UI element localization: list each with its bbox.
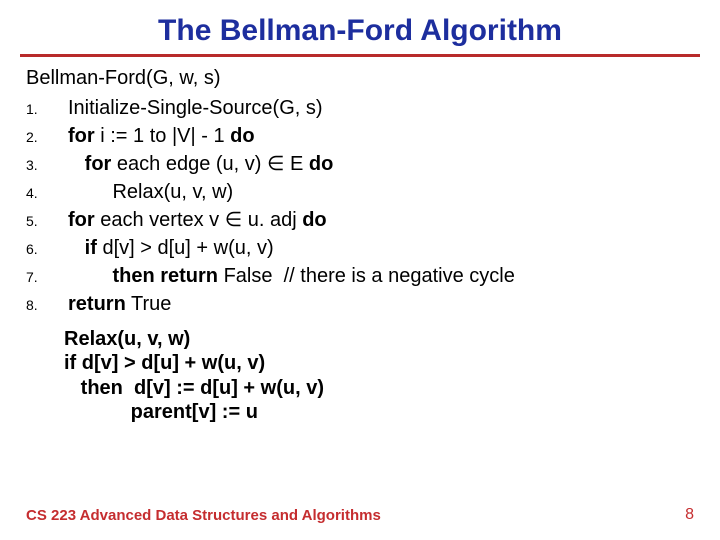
relax-block: Relax(u, v, w) if d[v] > d[u] + w(u, v) … (64, 327, 694, 425)
algo-line: 2.for i := 1 to |V| - 1 do (26, 124, 694, 149)
algo-line: 3. for each edge (u, v) ∈ E do (26, 152, 694, 177)
line-text: return True (68, 292, 171, 317)
line-number: 5. (26, 213, 68, 231)
algo-line: 4. Relax(u, v, w) (26, 180, 694, 205)
line-number: 8. (26, 297, 68, 315)
page-number: 8 (685, 506, 694, 524)
slide-title: The Bellman-Ford Algorithm (26, 14, 694, 48)
line-number: 6. (26, 241, 68, 259)
slide: The Bellman-Ford Algorithm Bellman-Ford(… (0, 0, 720, 540)
line-number: 4. (26, 185, 68, 203)
line-number: 2. (26, 129, 68, 147)
line-text: Relax(u, v, w) (68, 180, 233, 205)
algo-line: 8.return True (26, 292, 694, 317)
algo-line: 5.for each vertex v ∈ u. adj do (26, 208, 694, 233)
line-number: 7. (26, 269, 68, 287)
line-text: for i := 1 to |V| - 1 do (68, 124, 255, 149)
function-signature: Bellman-Ford(G, w, s) (26, 67, 694, 90)
line-text: for each edge (u, v) ∈ E do (68, 152, 333, 177)
algo-line: 1.Initialize-Single-Source(G, s) (26, 96, 694, 121)
course-footer: CS 223 Advanced Data Structures and Algo… (26, 507, 381, 524)
title-underline (20, 54, 700, 57)
line-text: for each vertex v ∈ u. adj do (68, 208, 327, 233)
algorithm-block: 1.Initialize-Single-Source(G, s)2.for i … (26, 96, 694, 317)
algo-line: 7. then return False // there is a negat… (26, 264, 694, 289)
line-text: if d[v] > d[u] + w(u, v) (68, 236, 274, 261)
line-text: then return False // there is a negative… (68, 264, 515, 289)
line-number: 1. (26, 101, 68, 119)
algo-line: 6. if d[v] > d[u] + w(u, v) (26, 236, 694, 261)
line-text: Initialize-Single-Source(G, s) (68, 96, 323, 121)
line-number: 3. (26, 157, 68, 175)
